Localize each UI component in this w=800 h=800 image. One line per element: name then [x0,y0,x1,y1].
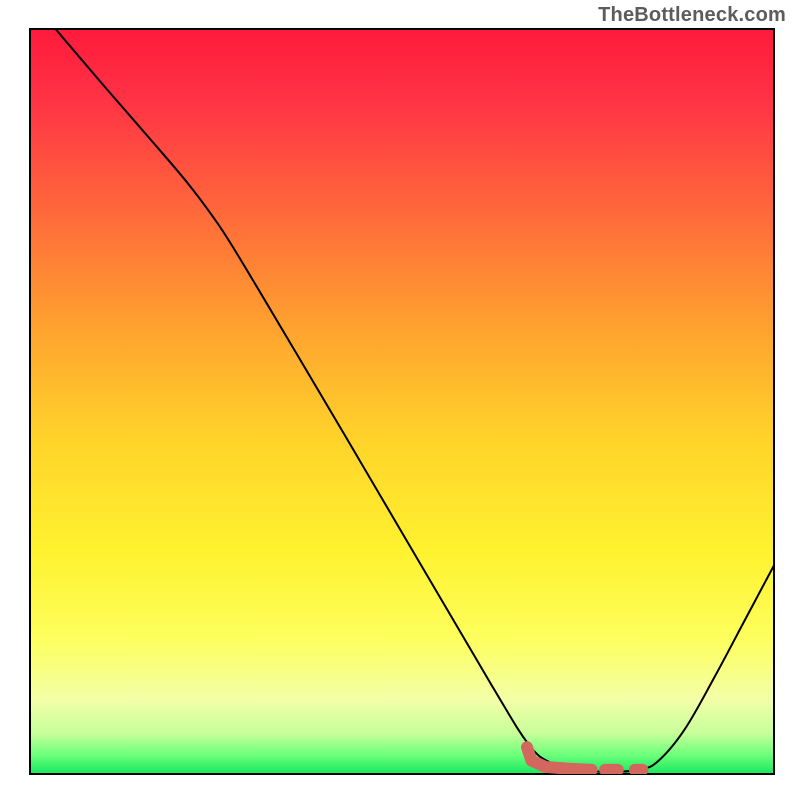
chart-stage: TheBottleneck.com [0,0,800,800]
plot-background [30,29,774,774]
chart-canvas [0,0,800,800]
